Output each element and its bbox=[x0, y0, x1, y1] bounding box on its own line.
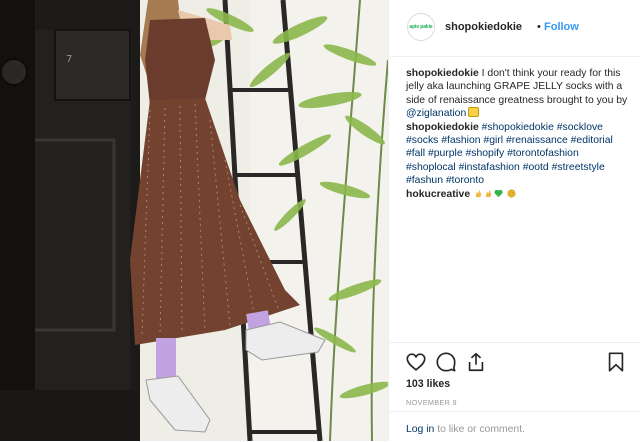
hashtag[interactable]: #shopify bbox=[466, 148, 505, 159]
hashtag[interactable]: #editorial bbox=[571, 135, 613, 146]
hashtag-comment: shopokiedokie #shopokiedokie #socklove #… bbox=[406, 121, 628, 188]
post-header: apie pakie shopokiedokie • Follow bbox=[389, 0, 640, 57]
commenter-username[interactable]: hokucreative bbox=[406, 189, 470, 200]
likes-count[interactable]: 103 likes bbox=[406, 378, 450, 390]
hashtag[interactable]: #fashun bbox=[406, 175, 443, 186]
caption-paragraph: shopokiedokie I don't think your ready f… bbox=[406, 67, 628, 121]
hashtag[interactable]: #socks bbox=[406, 135, 438, 146]
hashtag[interactable]: #fashion bbox=[441, 135, 480, 146]
avatar[interactable]: apie pakie bbox=[407, 13, 435, 41]
avatar-logo-text: apie pakie bbox=[409, 24, 433, 30]
hashtag[interactable]: #torontofashion bbox=[507, 148, 579, 159]
clap-emoji-icon bbox=[475, 189, 482, 197]
photo-illustration: 7 bbox=[0, 0, 388, 441]
hashtag[interactable]: #purple bbox=[428, 148, 463, 159]
share-icon[interactable] bbox=[465, 351, 487, 373]
clap-emoji-icon bbox=[485, 189, 492, 197]
comment-username[interactable]: shopokiedokie bbox=[406, 122, 479, 133]
caption-mention[interactable]: @ziglanation bbox=[406, 108, 466, 119]
action-bar bbox=[405, 351, 627, 377]
hashtag[interactable]: #streetstyle bbox=[552, 162, 605, 173]
login-rest-text: to like or comment. bbox=[434, 424, 525, 435]
login-bar: Log in to like or comment. bbox=[389, 411, 640, 442]
post-details-panel: apie pakie shopokiedokie • Follow shopok… bbox=[388, 0, 640, 441]
hashtag[interactable]: #socklove bbox=[557, 122, 603, 133]
header-separator: • bbox=[537, 21, 541, 33]
hashtag[interactable]: #girl bbox=[483, 135, 503, 146]
post-date: NOVEMBER 9 bbox=[406, 398, 457, 407]
login-prompt: Log in to like or comment. bbox=[406, 424, 525, 435]
hashtag[interactable]: #renaissance bbox=[506, 135, 568, 146]
emoji-icon bbox=[507, 189, 516, 198]
hashtag[interactable]: #ootd bbox=[523, 162, 549, 173]
caption: shopokiedokie I don't think your ready f… bbox=[406, 67, 628, 201]
emoji-icon bbox=[468, 107, 480, 118]
heart-icon[interactable] bbox=[405, 351, 427, 373]
hashtag[interactable]: #instafashion bbox=[459, 162, 520, 173]
login-link[interactable]: Log in bbox=[406, 424, 434, 435]
post-photo[interactable]: 7 bbox=[0, 0, 388, 441]
instagram-post: 7 apie pakie shopokiedokie • Follow shop… bbox=[0, 0, 640, 441]
comment: hokucreative bbox=[406, 188, 628, 201]
svg-text:7: 7 bbox=[66, 54, 72, 65]
comment-icon[interactable] bbox=[435, 351, 457, 373]
bookmark-icon[interactable] bbox=[605, 351, 627, 373]
hashtag[interactable]: #fall bbox=[406, 148, 425, 159]
follow-button[interactable]: Follow bbox=[544, 21, 579, 33]
hashtag[interactable]: #toronto bbox=[446, 175, 484, 186]
hashtag[interactable]: #shoplocal bbox=[406, 162, 456, 173]
post-actions-section: 103 likes NOVEMBER 9 Log in to like or c… bbox=[389, 342, 640, 441]
hashtag[interactable]: #shopokiedokie bbox=[482, 122, 554, 133]
caption-username[interactable]: shopokiedokie bbox=[406, 68, 479, 79]
header-username[interactable]: shopokiedokie bbox=[445, 21, 522, 33]
green-heart-emoji-icon bbox=[494, 189, 503, 197]
